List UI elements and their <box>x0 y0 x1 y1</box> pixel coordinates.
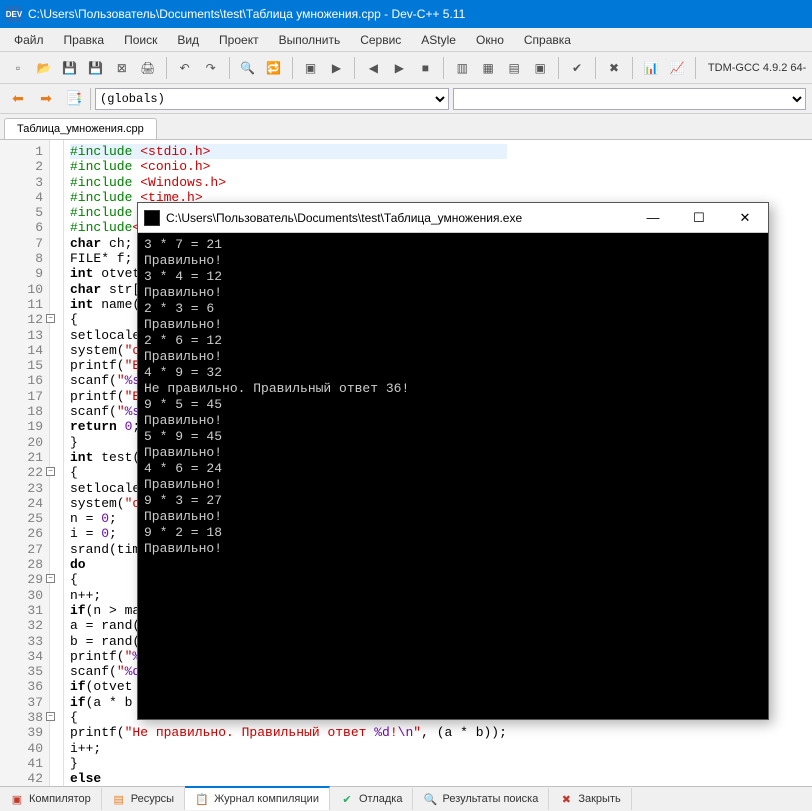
replace-icon[interactable]: 🔁 <box>262 56 286 80</box>
debug-icon: ✔ <box>340 792 354 806</box>
menu-help[interactable]: Справка <box>514 30 581 50</box>
run-icon[interactable]: ▶ <box>324 56 348 80</box>
grid3-icon[interactable]: ▤ <box>502 56 526 80</box>
menu-run[interactable]: Выполнить <box>269 30 351 50</box>
fold-toggle-icon[interactable]: − <box>46 574 55 583</box>
menubar: Файл Правка Поиск Вид Проект Выполнить С… <box>0 28 812 52</box>
find-icon[interactable]: 🔍 <box>236 56 260 80</box>
console-titlebar[interactable]: C:\Users\Пользователь\Documents\test\Таб… <box>138 203 768 233</box>
log-icon: 📋 <box>195 792 209 806</box>
compile-icon[interactable]: ▣ <box>299 56 323 80</box>
window-title: C:\Users\Пользователь\Documents\test\Таб… <box>28 7 465 21</box>
redo-icon[interactable]: ↷ <box>199 56 223 80</box>
tab-resources[interactable]: ▤Ресурсы <box>102 788 185 810</box>
tab-close[interactable]: ✖Закрыть <box>549 788 631 810</box>
globals-dropdown[interactable]: (globals) <box>95 88 449 110</box>
tab-source[interactable]: Таблица_умножения.cpp <box>4 118 157 139</box>
close-icon[interactable]: ✕ <box>722 203 768 233</box>
next-icon[interactable]: ▶ <box>387 56 411 80</box>
bottom-panel-tabs: ▣Компилятор ▤Ресурсы 📋Журнал компиляции … <box>0 786 812 811</box>
tab-log[interactable]: 📋Журнал компиляции <box>185 786 330 810</box>
open-icon[interactable]: 📂 <box>32 56 56 80</box>
close-tab-icon[interactable]: ⊠ <box>110 56 134 80</box>
fold-toggle-icon[interactable]: − <box>46 314 55 323</box>
chart-icon[interactable]: 📊 <box>639 56 663 80</box>
window-titlebar: DEV C:\Users\Пользователь\Documents\test… <box>0 0 812 28</box>
separator <box>90 88 91 110</box>
print-icon[interactable]: 🖨 <box>136 56 160 80</box>
check-icon[interactable]: ✔ <box>565 56 589 80</box>
resources-icon: ▤ <box>112 792 126 806</box>
separator <box>166 57 167 79</box>
undo-icon[interactable]: ↶ <box>173 56 197 80</box>
menu-project[interactable]: Проект <box>209 30 269 50</box>
members-dropdown[interactable] <box>453 88 807 110</box>
separator <box>632 57 633 79</box>
console-output: 3 * 7 = 21 Правильно! 3 * 4 = 12 Правиль… <box>138 233 768 561</box>
stats-icon[interactable]: 📈 <box>665 56 689 80</box>
app-icon: DEV <box>6 6 22 22</box>
menu-view[interactable]: Вид <box>167 30 209 50</box>
nav-forward-icon[interactable]: ➡ <box>34 87 58 111</box>
save-icon[interactable]: 💾 <box>58 56 82 80</box>
separator <box>292 57 293 79</box>
new-file-icon[interactable]: ▫ <box>6 56 30 80</box>
tab-debug[interactable]: ✔Отладка <box>330 788 413 810</box>
compiler-selector[interactable]: TDM-GCC 4.9.2 64- <box>708 62 806 74</box>
maximize-icon[interactable]: ☐ <box>676 203 722 233</box>
menu-search[interactable]: Поиск <box>114 30 167 50</box>
fold-toggle-icon[interactable]: − <box>46 467 55 476</box>
menu-window[interactable]: Окно <box>466 30 514 50</box>
separator <box>595 57 596 79</box>
prev-icon[interactable]: ◀ <box>361 56 385 80</box>
close-panel-icon: ✖ <box>559 792 573 806</box>
grid2-icon[interactable]: ▦ <box>476 56 500 80</box>
save-all-icon[interactable]: 💾 <box>84 56 108 80</box>
separator <box>558 57 559 79</box>
separator <box>229 57 230 79</box>
menu-astyle[interactable]: AStyle <box>411 30 466 50</box>
separator <box>443 57 444 79</box>
separator <box>354 57 355 79</box>
separator <box>695 57 696 79</box>
grid4-icon[interactable]: ▣ <box>528 56 552 80</box>
console-title: C:\Users\Пользователь\Documents\test\Таб… <box>166 211 630 225</box>
menu-file[interactable]: Файл <box>4 30 54 50</box>
compiler-icon: ▣ <box>10 792 24 806</box>
results-icon: 🔍 <box>423 792 437 806</box>
editor-tabs: Таблица_умножения.cpp <box>0 114 812 140</box>
navbar: ⬅ ➡ 📑 (globals) <box>0 84 812 114</box>
tab-results[interactable]: 🔍Результаты поиска <box>413 788 549 810</box>
tab-compiler[interactable]: ▣Компилятор <box>0 788 102 810</box>
menu-service[interactable]: Сервис <box>350 30 411 50</box>
console-icon <box>144 210 160 226</box>
line-gutter: 123456789101112−13141516171819202122−232… <box>0 140 50 806</box>
bookmark-icon[interactable]: 📑 <box>62 87 86 111</box>
minimize-icon[interactable]: — <box>630 203 676 233</box>
menu-edit[interactable]: Правка <box>54 30 115 50</box>
grid1-icon[interactable]: ▥ <box>450 56 474 80</box>
console-window: C:\Users\Пользователь\Documents\test\Таб… <box>137 202 769 720</box>
stop-icon[interactable]: ■ <box>413 56 437 80</box>
fold-toggle-icon[interactable]: − <box>46 712 55 721</box>
toolbar: ▫ 📂 💾 💾 ⊠ 🖨 ↶ ↷ 🔍 🔁 ▣ ▶ ◀ ▶ ■ ▥ ▦ ▤ ▣ ✔ … <box>0 52 812 84</box>
nav-back-icon[interactable]: ⬅ <box>6 87 30 111</box>
delete-icon[interactable]: ✖ <box>602 56 626 80</box>
